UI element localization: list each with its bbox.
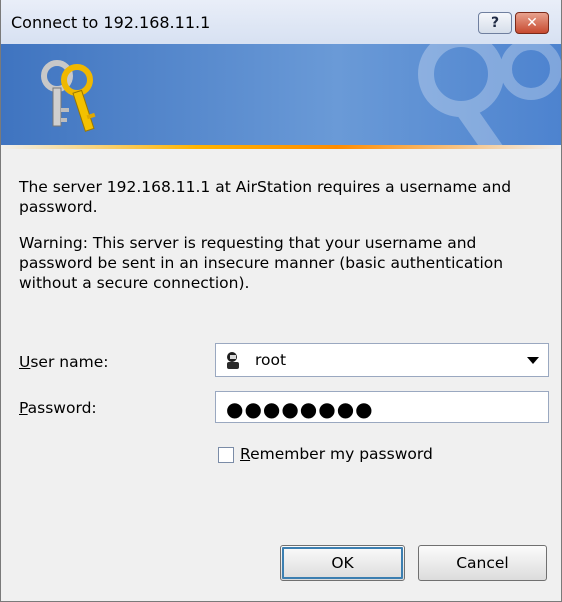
password-field[interactable]: ●●●●●●●● <box>215 391 549 423</box>
warning-message: Warning: This server is requesting that … <box>19 234 504 292</box>
password-value: ●●●●●●●● <box>226 397 374 421</box>
remember-label-accelerator: R <box>240 445 251 463</box>
message-area: The server 192.168.11.1 at AirStation re… <box>19 177 554 309</box>
banner-accent-line <box>1 145 561 149</box>
password-label-text: assword: <box>27 399 97 417</box>
help-button[interactable]: ? <box>478 12 512 34</box>
username-value: root <box>255 351 287 369</box>
ok-button[interactable]: OK <box>280 545 405 581</box>
keys-icon <box>41 60 96 132</box>
window-title: Connect to 192.168.11.1 <box>11 13 211 32</box>
remember-password-label[interactable]: Remember my password <box>240 445 433 463</box>
remember-label-text: emember my password <box>250 445 433 463</box>
remember-password-checkbox[interactable] <box>218 447 234 463</box>
username-label-accelerator: U <box>19 353 31 371</box>
server-message: The server 192.168.11.1 at AirStation re… <box>19 178 512 216</box>
username-label: User name: <box>19 353 108 371</box>
chevron-down-icon[interactable] <box>527 357 539 364</box>
banner-watermark-keys-icon <box>418 44 561 146</box>
user-icon <box>227 352 239 369</box>
cancel-button[interactable]: Cancel <box>418 545 547 581</box>
close-button[interactable]: ✕ <box>515 12 549 34</box>
titlebar: Connect to 192.168.11.1 ? ✕ <box>1 0 561 45</box>
password-label: Password: <box>19 399 97 417</box>
username-combobox[interactable]: root <box>215 343 549 377</box>
login-dialog: Connect to 192.168.11.1 ? ✕ The server 1… <box>0 0 562 602</box>
password-label-accelerator: P <box>19 399 28 417</box>
username-label-text: ser name: <box>30 353 109 371</box>
